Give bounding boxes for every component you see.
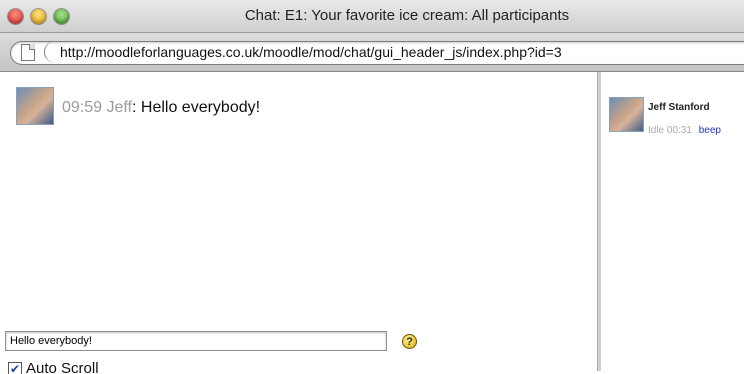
chat-message: 09:59 Jeff: Hello everybody! bbox=[62, 99, 260, 117]
window-title: Chat: E1: Your favorite ice cream: All p… bbox=[244, 7, 570, 24]
panel-divider[interactable] bbox=[597, 72, 601, 371]
auto-scroll-checkbox[interactable]: ✔ bbox=[8, 362, 22, 374]
minimize-window-button[interactable] bbox=[31, 9, 46, 24]
message-user: Jeff bbox=[106, 99, 133, 116]
message-time: 09:59 bbox=[62, 99, 103, 116]
user-idle-time: Idle 00:31 bbox=[648, 125, 692, 136]
beep-link[interactable]: beep bbox=[699, 125, 721, 136]
auto-scroll-label: Auto Scroll bbox=[26, 360, 99, 374]
user-avatar bbox=[609, 97, 644, 132]
close-window-button[interactable] bbox=[8, 9, 23, 24]
window-titlebar: Chat: E1: Your favorite ice cream: All p… bbox=[0, 0, 744, 33]
zoom-window-button[interactable] bbox=[54, 9, 69, 24]
address-bar: http://moodleforlanguages.co.uk/moodle/m… bbox=[0, 33, 744, 72]
auto-scroll-option[interactable]: ✔ Auto Scroll bbox=[8, 360, 99, 374]
message-separator: : bbox=[132, 99, 141, 116]
url-text[interactable]: http://moodleforlanguages.co.uk/moodle/m… bbox=[60, 44, 562, 60]
help-icon[interactable]: ? bbox=[402, 334, 417, 349]
message-text: Hello everybody! bbox=[140, 99, 261, 116]
user-name: Jeff Stanford bbox=[648, 102, 710, 113]
message-input[interactable] bbox=[5, 331, 387, 351]
message-avatar bbox=[16, 87, 54, 125]
page-icon bbox=[21, 44, 35, 61]
chat-window: 09:59 Jeff: Hello everybody! Jeff Stanfo… bbox=[0, 72, 744, 374]
user-status: Idle 00:31 beep bbox=[648, 125, 721, 136]
